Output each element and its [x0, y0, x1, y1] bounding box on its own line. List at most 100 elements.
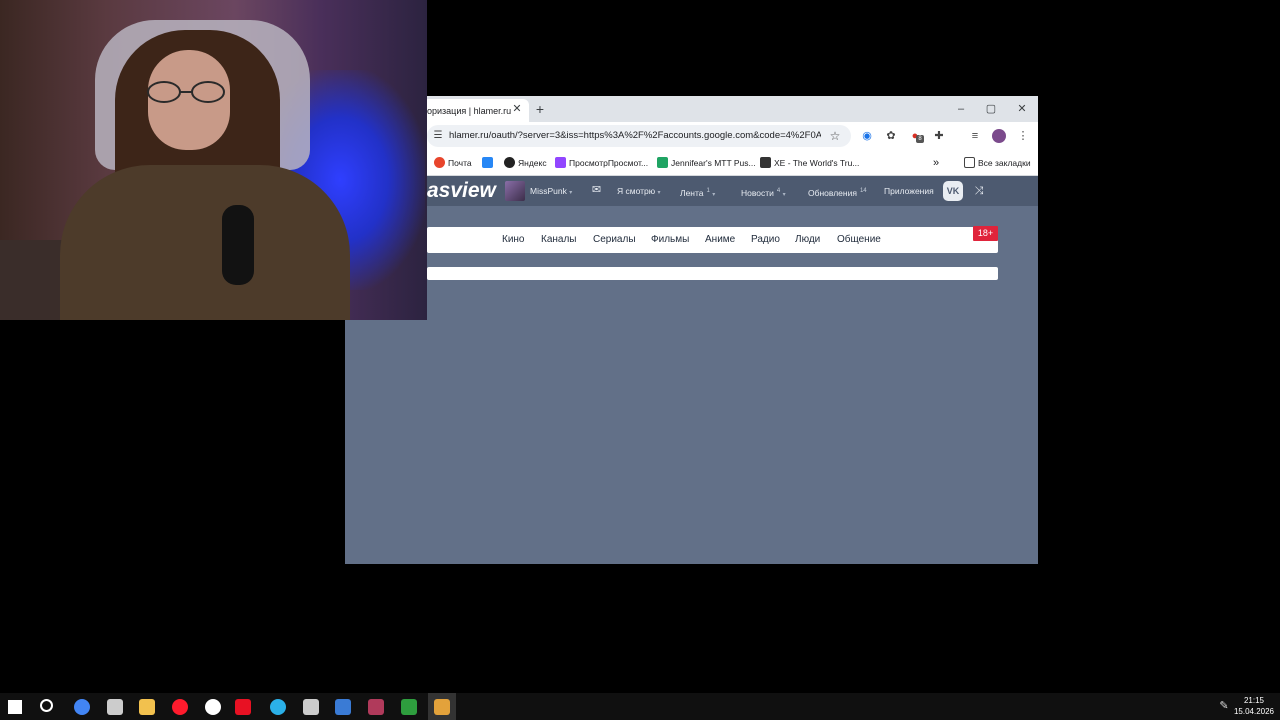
category-channels[interactable]: Каналы	[541, 233, 577, 247]
bookmark-item[interactable]: ПросмотрПросмот...	[555, 155, 648, 171]
app-green-icon-glyph	[401, 699, 417, 715]
webcam-person-body	[60, 165, 350, 320]
category-series[interactable]: Сериалы	[593, 233, 636, 247]
webcam-microphone	[222, 205, 254, 285]
site-logo[interactable]: asview	[427, 179, 496, 203]
file-explorer-icon-glyph	[139, 699, 155, 715]
xe-icon	[760, 157, 771, 168]
yandex-browser-icon[interactable]	[202, 696, 224, 718]
tab-title: оризация | hlamer.ru	[427, 106, 512, 116]
yandex-browser-icon-glyph	[205, 699, 221, 715]
clock-time: 21:15	[1243, 696, 1265, 705]
app-green-icon[interactable]	[398, 696, 420, 718]
nav-watching[interactable]: Я смотрю ▾	[617, 184, 661, 200]
folder-icon	[964, 157, 975, 168]
screen: оризация | hlamer.ru ✕ + – ▢ ✕ ☰ hlamer.…	[0, 0, 1280, 720]
nav-updates[interactable]: Обновления 14	[808, 184, 867, 200]
edge-icon-glyph	[270, 699, 286, 715]
bookmarks-more-button[interactable]: »	[933, 155, 939, 171]
webcam-glasses	[147, 81, 225, 103]
opera-icon-glyph	[172, 699, 188, 715]
vk-icon	[482, 157, 493, 168]
app-purple-icon[interactable]	[365, 696, 387, 718]
age-rating-badge: 18+	[973, 226, 998, 241]
obs-icon-glyph	[107, 699, 123, 715]
bookmark-item[interactable]: Jennifear's MTT Pus...	[657, 155, 756, 171]
extension-1-icon[interactable]: ◉	[859, 128, 875, 144]
shuffle-icon[interactable]: ⤨	[972, 184, 986, 198]
all-bookmarks-button[interactable]: Все закладки	[964, 155, 1031, 171]
tune-icon[interactable]: ☰	[431, 129, 445, 143]
browser-toolbar: ☰ hlamer.ru/oauth/?server=3&iss=https%3A…	[345, 122, 1038, 150]
address-bar[interactable]: ☰ hlamer.ru/oauth/?server=3&iss=https%3A…	[427, 125, 851, 147]
close-window-button[interactable]: ✕	[1014, 102, 1030, 116]
category-films[interactable]: Фильмы	[651, 233, 689, 247]
browser-window: оризация | hlamer.ru ✕ + – ▢ ✕ ☰ hlamer.…	[345, 96, 1038, 564]
extension-3-icon[interactable]: ● 8	[907, 128, 924, 144]
opera-icon[interactable]	[169, 696, 191, 718]
menu-icon[interactable]: ⋮	[1015, 128, 1031, 144]
webcam-overlay	[0, 0, 427, 320]
obs-icon[interactable]	[104, 696, 126, 718]
file-explorer-icon[interactable]	[136, 696, 158, 718]
taskbar: ✎ 21:15 15.04.2026	[0, 693, 1280, 720]
edge-icon[interactable]	[267, 696, 289, 718]
bookmark-item[interactable]	[482, 155, 496, 171]
bookmark-star-icon[interactable]: ☆	[827, 128, 843, 144]
start-icon[interactable]	[4, 696, 26, 718]
nav-feed[interactable]: Лента 1 ▾	[680, 184, 715, 202]
system-clock[interactable]: 21:15 15.04.2026	[1232, 695, 1276, 719]
start-icon-glyph	[8, 700, 22, 714]
category-people[interactable]: Люди	[795, 233, 820, 247]
chart-app-icon[interactable]	[332, 696, 354, 718]
nav-apps[interactable]: Приложения	[884, 184, 934, 198]
url-text[interactable]: hlamer.ru/oauth/?server=3&iss=https%3A%2…	[449, 130, 821, 144]
extension-2-icon[interactable]: ✿	[883, 128, 899, 144]
bookmark-item[interactable]: Почта	[434, 155, 472, 171]
profile-icon[interactable]	[991, 128, 1007, 144]
app-red-icon-glyph	[235, 699, 251, 715]
app-active-icon-glyph	[434, 699, 450, 715]
chrome-icon-glyph	[74, 699, 90, 715]
word-icon-glyph	[303, 699, 319, 715]
avatar[interactable]	[505, 181, 525, 201]
search-input[interactable]	[427, 267, 998, 280]
yandex-icon	[504, 157, 515, 168]
tab-bar: оризация | hlamer.ru ✕ + – ▢ ✕	[345, 96, 1038, 122]
media-icon[interactable]: ≡	[967, 128, 983, 144]
mail-icon[interactable]: ✉	[590, 184, 603, 197]
sheets-icon	[657, 157, 668, 168]
bookmark-item[interactable]: Яндекс	[504, 155, 547, 171]
tab-close-icon[interactable]: ✕	[510, 102, 524, 116]
category-cinema[interactable]: Кино	[502, 233, 525, 247]
bookmark-item[interactable]: XE - The World's Tru...	[760, 155, 859, 171]
word-icon[interactable]	[300, 696, 322, 718]
extensions-puzzle-icon[interactable]: ✚	[931, 128, 947, 144]
extension-badge: 8	[916, 135, 924, 143]
pen-icon[interactable]: ✎	[1217, 699, 1231, 713]
news-badge: 4	[776, 188, 781, 194]
chart-app-icon-glyph	[335, 699, 351, 715]
category-radio[interactable]: Радио	[751, 233, 780, 247]
site-header: asview MissPunk ▾ ✉ Я смотрю ▾ Лента 1 ▾ …	[345, 176, 1038, 206]
category-bar: Кино Каналы Сериалы Фильмы Аниме Радио Л…	[427, 227, 998, 253]
app-red-icon[interactable]	[232, 696, 254, 718]
minimize-button[interactable]: –	[953, 102, 969, 116]
updates-badge: 14	[859, 188, 867, 194]
category-anime[interactable]: Аниме	[705, 233, 735, 247]
maximize-button[interactable]: ▢	[983, 102, 999, 116]
user-menu[interactable]: MissPunk ▾	[530, 184, 572, 200]
nav-news[interactable]: Новости 4 ▾	[741, 184, 786, 202]
clock-date: 15.04.2026	[1233, 707, 1275, 716]
search-icon[interactable]	[37, 696, 59, 718]
bookmarks-bar: Почта Яндекс ПросмотрПросмот... Jennifea…	[345, 150, 1038, 176]
chrome-icon[interactable]	[71, 696, 93, 718]
new-tab-button[interactable]: +	[533, 102, 547, 116]
vk-button[interactable]: VK	[943, 181, 963, 201]
feed-badge: 1	[706, 188, 710, 194]
twitch-icon	[555, 157, 566, 168]
category-chat[interactable]: Общение	[837, 233, 881, 247]
mail-icon	[434, 157, 445, 168]
app-active-icon[interactable]	[431, 696, 453, 718]
page-content: Кино Каналы Сериалы Фильмы Аниме Радио Л…	[345, 206, 1038, 564]
